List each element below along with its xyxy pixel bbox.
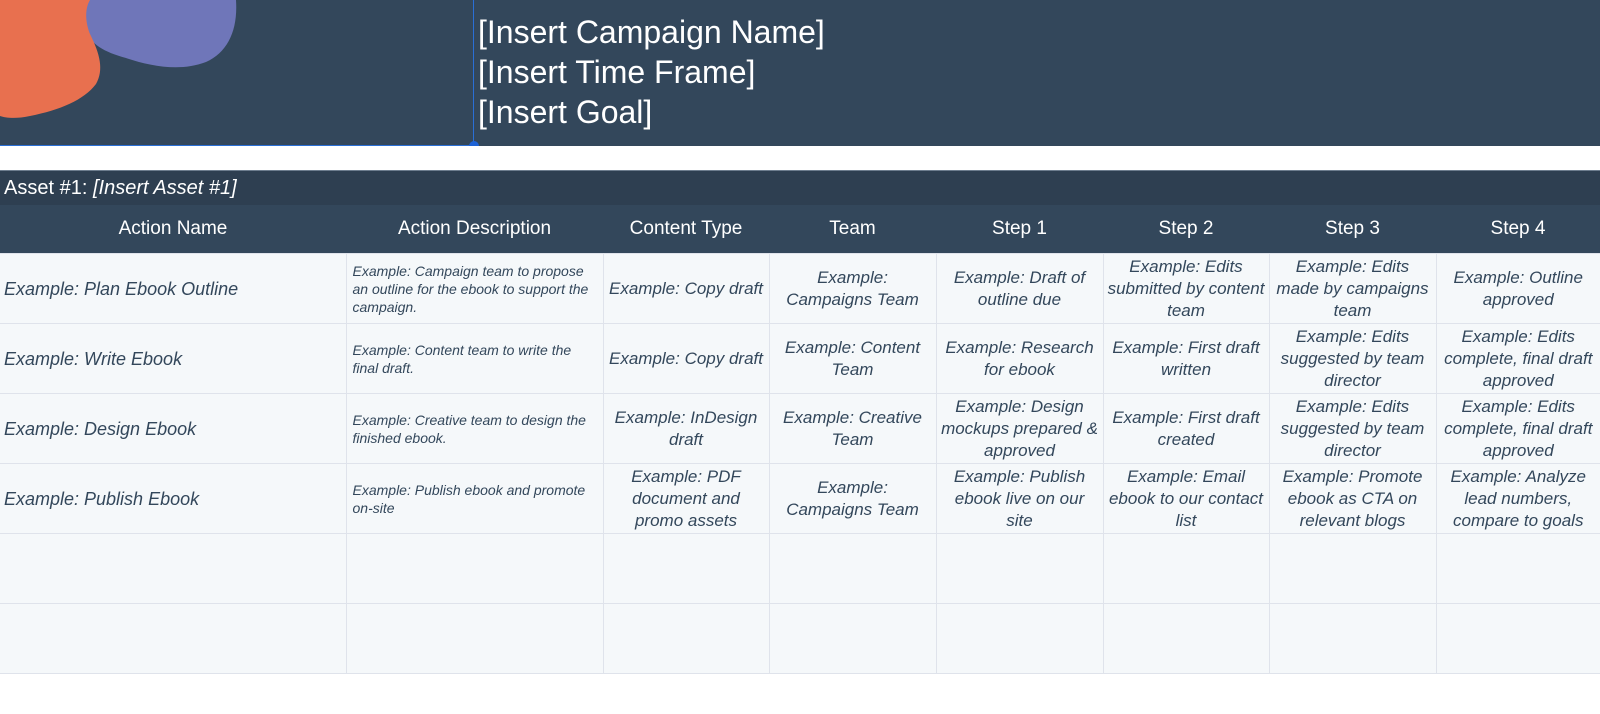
cell-action-description[interactable]: Example: Content team to write the final… <box>345 323 604 394</box>
cell-step-1[interactable] <box>935 603 1104 674</box>
cell-step-3[interactable] <box>1268 603 1437 674</box>
resize-handle[interactable] <box>469 141 479 146</box>
asset-label: Asset #1: <box>4 177 88 199</box>
cell-step-3[interactable]: Example: Promote ebook as CTA on relevan… <box>1268 463 1437 534</box>
cell-step-1[interactable]: Example: Publish ebook live on our site <box>935 463 1104 534</box>
cell-content-type[interactable]: Example: PDF document and promo assets <box>602 463 770 534</box>
cell-team[interactable]: Example: Creative Team <box>768 393 937 464</box>
campaign-info[interactable]: [Insert Campaign Name] [Insert Time Fram… <box>478 12 825 132</box>
cell-action-description[interactable]: Example: Campaign team to propose an out… <box>345 253 604 324</box>
column-header-action-description: Action Description <box>346 205 603 254</box>
action-table: Action Name Action Description Content T… <box>0 205 1600 674</box>
cell-action-description[interactable]: Example: Publish ebook and promote on-si… <box>345 463 604 534</box>
cell-content-type[interactable] <box>602 603 770 674</box>
asset-value[interactable]: [Insert Asset #1] <box>93 177 237 199</box>
table-row <box>0 603 1600 674</box>
cell-step-4[interactable] <box>1435 603 1600 674</box>
cell-step-2[interactable]: Example: Email ebook to our contact list <box>1102 463 1270 534</box>
time-frame[interactable]: [Insert Time Frame] <box>478 52 825 92</box>
cell-action-name[interactable]: Example: Plan Ebook Outline <box>0 253 347 324</box>
cell-action-name[interactable]: Example: Design Ebook <box>0 393 347 464</box>
cell-step-3[interactable]: Example: Edits suggested by team directo… <box>1268 323 1437 394</box>
table-row: Example: Write Ebook Example: Content tea… <box>0 323 1600 394</box>
cell-action-description[interactable] <box>345 533 604 604</box>
cell-team[interactable]: Example: Content Team <box>768 323 937 394</box>
cell-content-type[interactable] <box>602 533 770 604</box>
cell-team[interactable]: Example: Campaigns Team <box>768 253 937 324</box>
cell-content-type[interactable]: Example: Copy draft <box>602 323 770 394</box>
goal[interactable]: [Insert Goal] <box>478 92 825 132</box>
cell-step-3[interactable] <box>1268 533 1437 604</box>
cell-action-name[interactable] <box>0 603 347 674</box>
cell-action-name[interactable]: Example: Write Ebook <box>0 323 347 394</box>
column-header-content-type: Content Type <box>603 205 769 254</box>
header-banner: [Insert Campaign Name] [Insert Time Fram… <box>0 0 1600 146</box>
header-row: Action Name Action Description Content T… <box>0 205 1600 254</box>
cell-step-1[interactable]: Example: Draft of outline due <box>935 253 1104 324</box>
table-row: Example: Design Ebook Example: Creative t… <box>0 393 1600 464</box>
cell-content-type[interactable]: Example: Copy draft <box>602 253 770 324</box>
cell-step-4[interactable]: Example: Edits complete, final draft app… <box>1435 323 1600 394</box>
asset-row[interactable]: Asset #1: [Insert Asset #1] <box>0 170 1600 205</box>
cell-action-description[interactable] <box>345 603 604 674</box>
cell-step-3[interactable]: Example: Edits made by campaigns team <box>1268 253 1437 324</box>
cell-team[interactable] <box>768 603 937 674</box>
column-header-step-4: Step 4 <box>1436 205 1600 254</box>
cell-step-4[interactable]: Example: Outline approved <box>1435 253 1600 324</box>
column-header-step-1: Step 1 <box>936 205 1103 254</box>
cell-content-type[interactable]: Example: InDesign draft <box>602 393 770 464</box>
cell-step-4[interactable] <box>1435 533 1600 604</box>
column-header-step-3: Step 3 <box>1269 205 1436 254</box>
cell-team[interactable]: Example: Campaigns Team <box>768 463 937 534</box>
cell-step-1[interactable] <box>935 533 1104 604</box>
cell-team[interactable] <box>768 533 937 604</box>
table-row: Example: Plan Ebook Outline Example: Camp… <box>0 253 1600 324</box>
cell-action-name[interactable]: Example: Publish Ebook <box>0 463 347 534</box>
cell-step-3[interactable]: Example: Edits suggested by team directo… <box>1268 393 1437 464</box>
table-row <box>0 533 1600 604</box>
cell-step-1[interactable]: Example: Design mockups prepared & appro… <box>935 393 1104 464</box>
cell-step-4[interactable]: Example: Analyze lead numbers, compare t… <box>1435 463 1600 534</box>
decorative-blobs-icon <box>0 0 237 118</box>
cell-action-name[interactable] <box>0 533 347 604</box>
cell-step-2[interactable] <box>1102 533 1270 604</box>
selection-border-horizontal <box>0 145 474 146</box>
cell-step-4[interactable]: Example: Edits complete, final draft app… <box>1435 393 1600 464</box>
column-header-team: Team <box>769 205 936 254</box>
purple-blob <box>85 0 237 68</box>
cell-step-2[interactable]: Example: First draft created <box>1102 393 1270 464</box>
table-row: Example: Publish Ebook Example: Publish e… <box>0 463 1600 534</box>
cell-action-description[interactable]: Example: Creative team to design the fin… <box>345 393 604 464</box>
column-header-step-2: Step 2 <box>1103 205 1269 254</box>
selection-border-vertical <box>473 0 474 146</box>
orange-blob <box>0 0 101 118</box>
campaign-name[interactable]: [Insert Campaign Name] <box>478 12 825 52</box>
cell-step-2[interactable]: Example: Edits submitted by content team <box>1102 253 1270 324</box>
cell-step-1[interactable]: Example: Research for ebook <box>935 323 1104 394</box>
column-header-action-name: Action Name <box>0 205 346 254</box>
cell-step-2[interactable] <box>1102 603 1270 674</box>
cell-step-2[interactable]: Example: First draft written <box>1102 323 1270 394</box>
